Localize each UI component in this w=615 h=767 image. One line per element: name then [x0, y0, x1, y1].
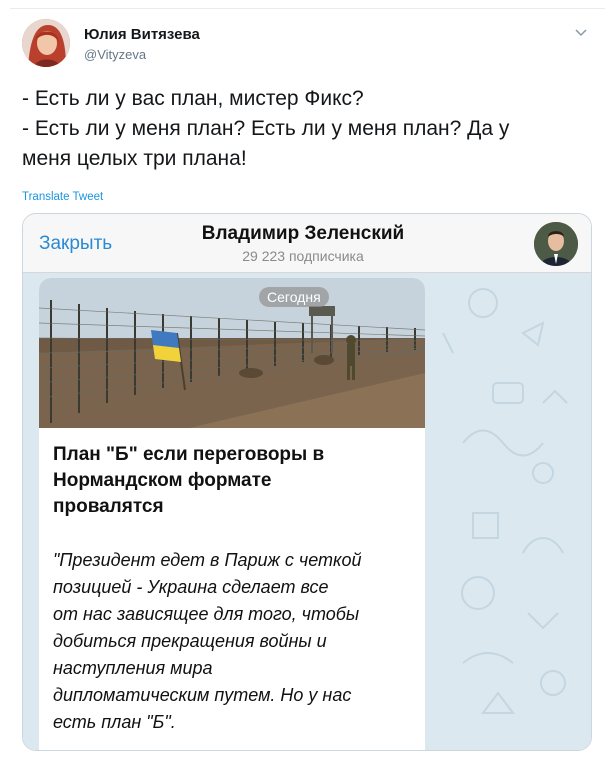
- tweet-text: - Есть ли у вас план, мистер Фикс? - Ест…: [22, 87, 510, 170]
- translate-tweet-link[interactable]: Translate Tweet: [22, 191, 103, 203]
- tweet: Юлия Витязева @Vityzeva - Есть ли у вас …: [0, 0, 615, 767]
- divider: [10, 8, 605, 9]
- date-badge: Сегодня: [259, 287, 329, 307]
- post-photo[interactable]: Сегодня: [39, 278, 425, 428]
- message-bubble: Сегодня План "Б" если переговоры в Норма…: [39, 278, 425, 750]
- channel-avatar[interactable]: [534, 222, 578, 266]
- author-avatar[interactable]: [22, 19, 70, 67]
- chat-background: Сегодня План "Б" если переговоры в Норма…: [23, 273, 591, 750]
- post-quote: "Президент едет в Париж с четкой позицие…: [53, 550, 362, 732]
- post-title: План "Б" если переговоры в Нормандском ф…: [53, 444, 325, 517]
- embedded-screenshot[interactable]: Закрыть Владимир Зеленский 29 223 подпис…: [22, 213, 592, 751]
- author-handle[interactable]: @Vityzeva: [84, 47, 146, 62]
- chevron-down-icon[interactable]: [574, 26, 588, 38]
- author-name[interactable]: Юлия Витязева: [84, 26, 200, 43]
- channel-name: Владимир Зеленский: [201, 223, 405, 244]
- close-button[interactable]: Закрыть: [39, 233, 112, 255]
- subscriber-count: 29 223 подписчика: [242, 248, 364, 264]
- telegram-header: Закрыть Владимир Зеленский 29 223 подпис…: [23, 214, 591, 273]
